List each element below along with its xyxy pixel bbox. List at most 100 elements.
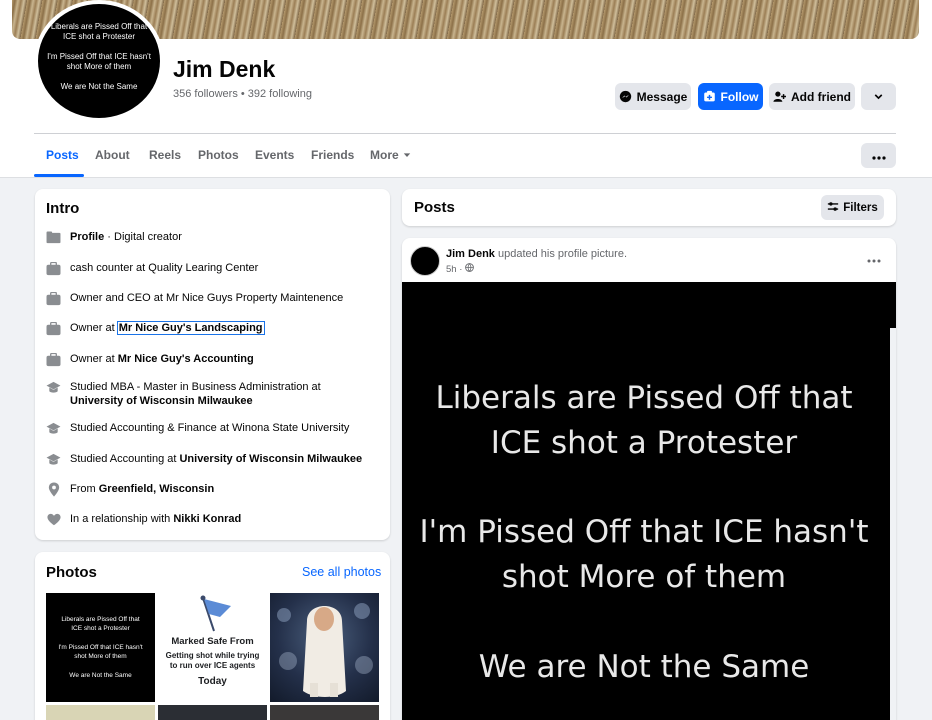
intro-link-uwm-2[interactable]: University of Wisconsin Milwaukee xyxy=(179,453,362,465)
heart-icon xyxy=(46,512,61,527)
post-image-text-line: I'm Pissed Off that ICE hasn't xyxy=(419,514,869,550)
intro-item: cash counter at Quality Learing Center xyxy=(46,261,376,276)
briefcase-icon xyxy=(46,352,61,367)
chevron-down-icon xyxy=(872,90,885,103)
tab-posts[interactable]: Posts xyxy=(46,148,79,162)
intro-link-landscaping[interactable]: Mr Nice Guy's Landscaping xyxy=(116,321,265,335)
intro-link-accounting[interactable]: Mr Nice Guy's Accounting xyxy=(118,353,254,365)
avatar-text-line: Liberals are Pissed Off that xyxy=(50,22,148,31)
costume-photo-illustration xyxy=(277,603,373,697)
briefcase-icon xyxy=(46,291,61,306)
intro-item: Studied MBA - Master in Business Adminis… xyxy=(46,380,376,408)
tab-friends[interactable]: Friends xyxy=(311,148,354,162)
message-label: Message xyxy=(636,89,688,104)
intro-work-1: cash counter at Quality Learing Center xyxy=(70,262,259,274)
follow-button[interactable]: Follow xyxy=(698,83,763,110)
add-friend-button[interactable]: Add friend xyxy=(769,83,855,110)
photo-text-line: shot More of them xyxy=(74,653,127,660)
intro-relationship-prefix: In a relationship with xyxy=(70,513,174,525)
marked-safe-subtitle-line: to run over ICE agents xyxy=(169,661,256,670)
see-all-photos-link[interactable]: See all photos xyxy=(302,565,381,579)
intro-link-partner[interactable]: Nikki Konrad xyxy=(173,513,241,525)
sliders-icon xyxy=(827,201,839,215)
post-image-text-line: We are Not the Same xyxy=(478,649,810,685)
photo-text-line: We are Not the Same xyxy=(69,672,132,679)
tab-photos[interactable]: Photos xyxy=(198,148,239,162)
intro-item: Profile · Digital creator xyxy=(46,230,376,245)
follow-icon xyxy=(703,90,716,103)
photo-text-line: I'm Pissed Off that ICE hasn't xyxy=(58,644,143,651)
photo-thumbnail[interactable] xyxy=(158,705,267,720)
post-image[interactable]: Liberals are Pissed Off that ICE shot a … xyxy=(402,282,896,720)
post-image-text-line: shot More of them xyxy=(501,559,787,595)
message-button[interactable]: Message xyxy=(615,83,691,110)
filters-button[interactable]: Filters xyxy=(821,195,884,220)
follow-label: Follow xyxy=(720,89,759,104)
graduation-cap-icon xyxy=(46,421,61,436)
post-author-line: Jim Denk updated his profile picture. xyxy=(446,248,627,260)
briefcase-icon xyxy=(46,261,61,276)
intro-work-2: Owner and CEO at Mr Nice Guys Property M… xyxy=(70,292,344,304)
photo-text-line: ICE shot a Protester xyxy=(71,625,130,632)
intro-item: Studied Accounting & Finance at Winona S… xyxy=(46,421,376,436)
more-dots-icon xyxy=(867,250,881,268)
photo-thumbnail[interactable] xyxy=(270,593,379,702)
tab-more-label: More xyxy=(370,148,399,162)
location-pin-icon xyxy=(46,482,61,497)
graduation-cap-icon xyxy=(46,452,61,467)
profile-options-button[interactable] xyxy=(861,83,896,110)
photo-thumbnail[interactable] xyxy=(270,705,379,720)
intro-work-3-prefix: Owner at xyxy=(70,322,118,334)
intro-title: Intro xyxy=(46,200,80,217)
briefcase-icon xyxy=(46,321,61,336)
profile-name: Jim Denk xyxy=(173,56,276,82)
post-author-avatar[interactable] xyxy=(410,246,440,276)
tab-about[interactable]: About xyxy=(95,148,130,162)
tab-more[interactable]: More xyxy=(370,148,411,162)
marked-safe-date: Today xyxy=(198,676,227,687)
tab-reels[interactable]: Reels xyxy=(149,148,181,162)
intro-from-prefix: From xyxy=(70,483,99,495)
intro-profile-value: · Digital creator xyxy=(104,231,182,243)
filters-label: Filters xyxy=(843,201,878,214)
intro-edu-2: Studied Accounting & Finance at Winona S… xyxy=(70,422,350,434)
marked-safe-title: Marked Safe From xyxy=(171,636,254,647)
avatar-text-line: shot More of them xyxy=(66,62,132,71)
intro-link-uwm-1[interactable]: University of Wisconsin Milwaukee xyxy=(70,395,253,407)
intro-profile-label: Profile xyxy=(70,231,105,243)
photo-text-line: Liberals are Pissed Off that xyxy=(61,616,140,623)
avatar-text-line: We are Not the Same xyxy=(60,82,138,91)
post-image-text-line: Liberals are Pissed Off that xyxy=(435,380,853,416)
graduation-cap-icon xyxy=(46,380,61,395)
intro-work-4-prefix: Owner at xyxy=(70,353,118,365)
post-action-text: updated his profile picture. xyxy=(494,248,628,260)
posts-title: Posts xyxy=(414,199,455,216)
marked-safe-subtitle-line: Getting shot while trying xyxy=(165,651,260,660)
more-options-button[interactable] xyxy=(861,143,896,168)
intro-edu-3-prefix: Studied Accounting at xyxy=(70,453,180,465)
intro-item: Studied Accounting at University of Wisc… xyxy=(46,452,376,467)
post-author-name[interactable]: Jim Denk xyxy=(446,248,495,260)
profile-avatar[interactable]: Liberals are Pissed Off that ICE shot a … xyxy=(34,0,164,122)
post-image-edge xyxy=(890,328,896,720)
photos-title: Photos xyxy=(46,564,97,581)
caret-down-icon xyxy=(403,148,411,162)
follow-stats[interactable]: 356 followers • 392 following xyxy=(173,88,312,100)
photo-thumbnail[interactable]: Marked Safe From Getting shot while tryi… xyxy=(158,593,267,702)
photo-thumbnail[interactable]: Liberals are Pissed Off that ICE shot a … xyxy=(46,593,155,702)
intro-item: In a relationship with Nikki Konrad xyxy=(46,512,376,527)
flag-icon xyxy=(200,595,234,638)
tab-events[interactable]: Events xyxy=(255,148,294,162)
intro-item: Owner at Mr Nice Guy's Accounting xyxy=(46,352,376,367)
post-timestamp[interactable]: 5h · xyxy=(446,263,475,275)
intro-edu-1-prefix: Studied MBA - Master in Business Adminis… xyxy=(70,381,321,393)
intro-link-hometown[interactable]: Greenfield, Wisconsin xyxy=(99,483,214,495)
photo-thumbnail[interactable] xyxy=(46,705,155,720)
active-tab-indicator xyxy=(34,174,84,177)
intro-item: Owner at Mr Nice Guy's Landscaping xyxy=(46,321,376,336)
globe-icon xyxy=(465,263,475,275)
add-friend-label: Add friend xyxy=(791,89,851,104)
post-options-button[interactable] xyxy=(864,252,884,266)
header-divider xyxy=(34,133,896,134)
add-friend-icon xyxy=(773,90,786,103)
